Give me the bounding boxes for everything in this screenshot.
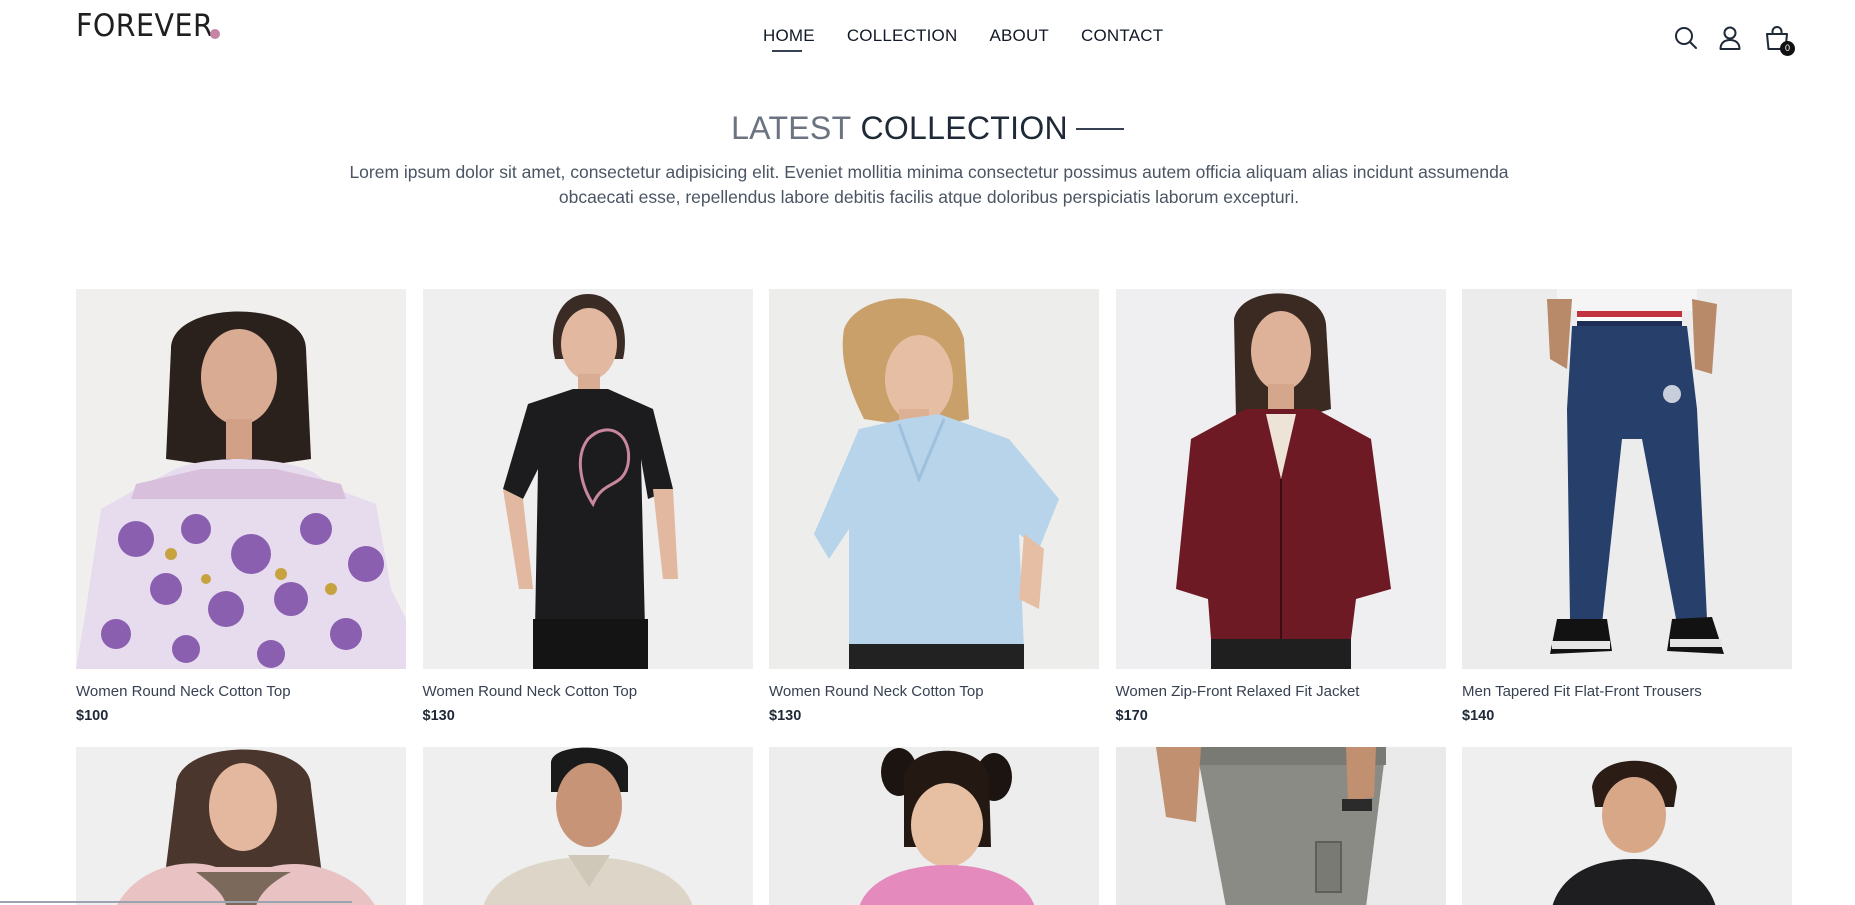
title-light: LATEST xyxy=(731,110,852,146)
product-price: $130 xyxy=(422,708,455,724)
product-grid: Women Round Neck Cotton Top $100 Women R… xyxy=(76,289,1792,905)
product-image[interactable] xyxy=(1115,289,1446,669)
product-card[interactable]: Women Round Neck Cotton Top $130 xyxy=(422,289,753,725)
nav-collection[interactable]: COLLECTION xyxy=(847,26,958,46)
product-card[interactable]: Women Round Neck Cotton Top $100 xyxy=(76,289,406,725)
nav-home-label: HOME xyxy=(763,26,815,45)
product-image[interactable] xyxy=(1115,747,1446,905)
nav-active-underline xyxy=(772,50,802,52)
title-dark: COLLECTION xyxy=(860,110,1068,146)
product-name[interactable]: Women Round Neck Cotton Top xyxy=(76,683,406,701)
product-card[interactable]: Women Round Neck Cotton Top $130 xyxy=(769,289,1099,725)
product-image[interactable] xyxy=(76,747,406,905)
cart-count-badge: 0 xyxy=(1780,41,1795,56)
search-icon[interactable] xyxy=(1673,25,1699,51)
user-icon[interactable] xyxy=(1717,25,1743,51)
product-image[interactable] xyxy=(422,747,753,905)
section-description: Lorem ipsum dolor sit amet, consectetur … xyxy=(349,162,1509,207)
header-icons: 0 xyxy=(1673,24,1795,56)
product-image[interactable] xyxy=(1462,289,1792,669)
section-title-row: LATEST COLLECTION xyxy=(0,110,1855,147)
product-card[interactable] xyxy=(76,747,406,905)
nav-home[interactable]: HOME xyxy=(763,26,815,52)
product-image[interactable] xyxy=(1462,747,1792,905)
product-price: $170 xyxy=(1115,708,1148,724)
product-card[interactable] xyxy=(769,747,1099,905)
main-nav: HOME COLLECTION ABOUT CONTACT xyxy=(763,26,1163,52)
product-image[interactable] xyxy=(76,289,406,669)
nav-collection-label: COLLECTION xyxy=(846,26,958,45)
nav-contact-label: CONTACT xyxy=(1081,26,1164,45)
product-price: $100 xyxy=(76,708,109,724)
section-title: LATEST COLLECTION xyxy=(731,110,1124,147)
product-name[interactable]: Men Tapered Fit Flat-Front Trousers xyxy=(1462,683,1792,701)
product-card[interactable]: Women Zip-Front Relaxed Fit Jacket $170 xyxy=(1115,289,1446,725)
title-line-divider xyxy=(1075,127,1124,130)
nav-about[interactable]: ABOUT xyxy=(989,26,1049,46)
product-image[interactable] xyxy=(769,289,1099,669)
product-card[interactable]: Men Tapered Fit Flat-Front Trousers $140 xyxy=(1462,289,1792,725)
product-price: $130 xyxy=(769,708,802,724)
product-image[interactable] xyxy=(769,747,1099,905)
product-name[interactable]: Women Round Neck Cotton Top xyxy=(769,683,1099,701)
product-image[interactable] xyxy=(422,289,753,669)
product-price: $140 xyxy=(1462,708,1495,724)
logo-dot xyxy=(210,29,220,39)
product-card[interactable] xyxy=(1115,747,1446,905)
nav-contact[interactable]: CONTACT xyxy=(1081,26,1163,46)
cart-button[interactable]: 0 xyxy=(1763,24,1795,56)
product-name[interactable]: Women Round Neck Cotton Top xyxy=(423,683,753,701)
product-card[interactable] xyxy=(1462,747,1792,905)
product-name[interactable]: Women Zip-Front Relaxed Fit Jacket xyxy=(1116,683,1446,701)
product-card[interactable] xyxy=(422,747,753,905)
site-header: FOREVER HOME COLLECTION ABOUT CONTACT 0 xyxy=(0,0,1855,75)
horizontal-scrollbar[interactable] xyxy=(0,901,352,903)
logo[interactable]: FOREVER xyxy=(76,8,213,44)
nav-about-label: ABOUT xyxy=(989,26,1050,45)
